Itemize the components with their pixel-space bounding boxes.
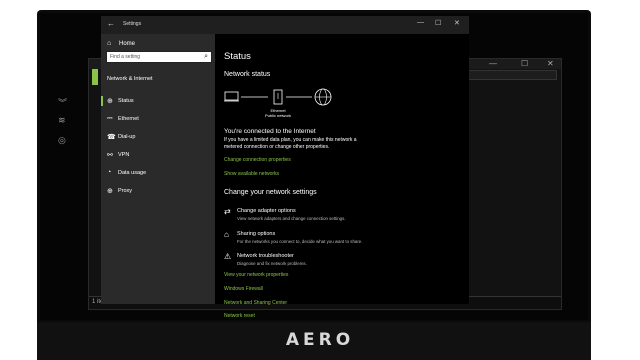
sidebar-item-label: Dial-up [118,134,136,140]
option-description: For the networks you connect to, decide … [237,239,363,244]
sidebar-home-label: Home [119,41,136,47]
close-button[interactable]: ✕ [454,19,460,27]
network-status-heading: Network status [224,71,271,78]
network-icon[interactable]: ◎ [58,135,66,146]
maximize-icon[interactable]: ☐ [521,59,528,68]
ethernet-icon: ⎓ [107,115,113,122]
sidebar-section-title: Network & Internet [107,76,153,82]
selection-indicator [101,96,103,106]
settings-titlebar: ← Settings — ☐ ✕ [101,16,469,34]
vpn-icon: ⚯ [107,152,113,159]
diagram-label: Ethernet Public network [253,108,303,118]
warning-icon: ⚠ [224,252,232,261]
close-icon[interactable]: ✕ [547,59,554,68]
data-usage-icon: ◔ [107,169,112,176]
diagram-label-line2: Public network [264,113,291,118]
maximize-button[interactable]: ☐ [435,19,441,27]
option-description: View network adapters and change connect… [237,216,346,221]
proxy-icon: ⊕ [107,188,113,195]
sidebar-item-status[interactable]: ⊕ Status [101,94,215,108]
option-title: Sharing options [237,231,276,237]
option-description: Diagnose and fix network problems. [237,261,307,266]
dialup-icon: ☎ [107,134,116,141]
search-input[interactable]: Find a setting ⌕ [106,51,212,63]
view-network-properties-link[interactable]: View your network properties [224,272,288,278]
sidebar-item-label: Ethernet [118,116,139,122]
network-sharing-center-link[interactable]: Network and Sharing Center [224,300,287,306]
sidebar-item-dialup[interactable]: ☎ Dial-up [101,130,215,144]
home-icon: ⌂ [107,40,112,47]
router-icon [273,89,283,105]
settings-sidebar: ⌂ Home Find a setting ⌕ Network & Intern… [101,34,215,304]
change-connection-properties-link[interactable]: Change connection properties [224,157,291,163]
sidebar-item-ethernet[interactable]: ⎓ Ethernet [101,112,215,126]
sidebar-item-vpn[interactable]: ⚯ VPN [101,148,215,162]
windows-firewall-link[interactable]: Windows Firewall [224,286,263,292]
sidebar-item-label: VPN [118,152,130,158]
page-title: Status [224,51,251,62]
adapter-icon: ⇄ [224,207,231,216]
change-settings-heading: Change your network settings [224,189,317,196]
network-reset-link[interactable]: Network reset [224,313,255,319]
chevron-down-icon[interactable]: ︾ [58,96,67,109]
search-placeholder: Find a setting [110,54,141,60]
globe-icon: ⊕ [107,98,113,105]
connected-heading: You're connected to the Internet [224,128,316,135]
connected-description-line1: If you have a limited data plan, you can… [224,137,357,143]
settings-title: Settings [123,21,142,27]
settings-window: ← Settings — ☐ ✕ ⌂ Home Find a setting ⌕… [101,16,469,319]
computer-icon [224,91,239,102]
minimize-icon[interactable]: — [489,59,497,68]
option-title: Network troubleshooter [237,253,294,259]
sidebar-item-data-usage[interactable]: ◔ Data usage [101,166,215,180]
search-icon[interactable]: ⌕ [204,53,208,61]
sidebar-item-home[interactable]: ⌂ Home [101,37,215,49]
wifi-icon[interactable]: ≋ [58,115,66,126]
option-title: Change adapter options [237,208,296,214]
sharing-icon: ⌂ [224,230,229,239]
show-available-networks-link[interactable]: Show available networks [224,171,279,177]
back-arrow-icon[interactable]: ← [107,19,115,28]
sidebar-item-label: Status [118,98,134,104]
accent-tab [92,69,98,85]
sidebar-item-proxy[interactable]: ⊕ Proxy [101,184,215,198]
sidebar-item-label: Data usage [118,170,147,176]
minimize-button[interactable]: — [417,19,424,26]
screen: — ☐ ✕ 1 ite ︾ ≋ ◎ ← Settings — ☐ ✕ ⌂ Hom… [40,13,588,320]
connected-description-line2: metered connection or change other prope… [224,144,330,150]
sidebar-item-label: Proxy [118,188,133,194]
settings-content: Status Network status Ethernet Public ne… [224,34,464,319]
internet-globe-icon [314,88,332,106]
brand-logo: AERO [285,330,355,350]
